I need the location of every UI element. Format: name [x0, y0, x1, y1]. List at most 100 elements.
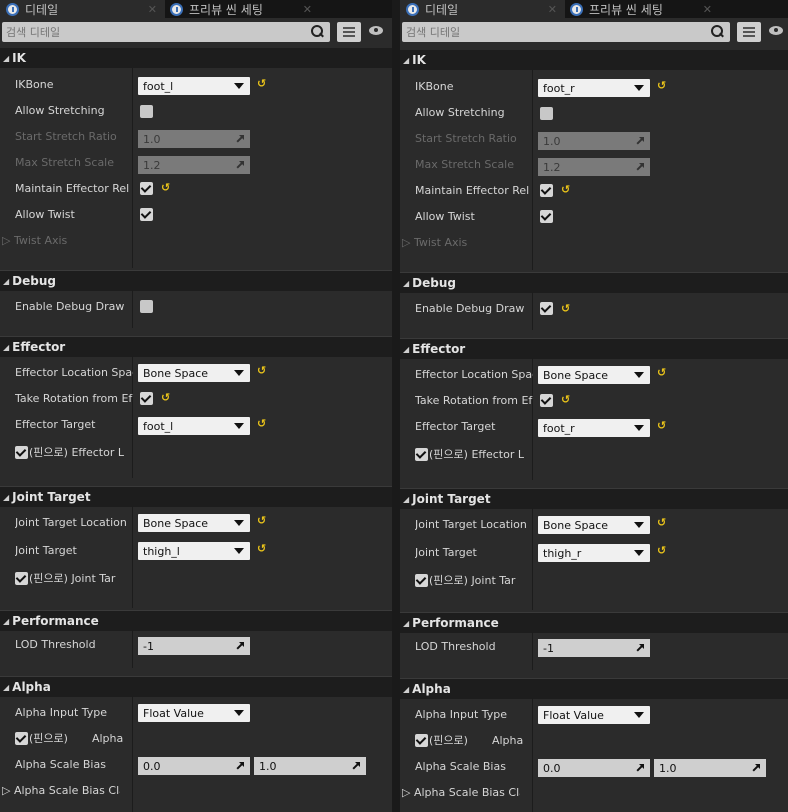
- alpha-bias-min-field[interactable]: 0.0: [538, 759, 650, 777]
- collapse-triangle-icon[interactable]: ◢: [403, 619, 409, 628]
- alpha-bias-max-field[interactable]: 1.0: [654, 759, 766, 777]
- tab-preview-scene[interactable]: 프리뷰 씬 세팅 ✕: [568, 0, 718, 18]
- maintain-effector-checkbox[interactable]: [140, 182, 153, 195]
- tab-preview-scene[interactable]: 프리뷰 씬 세팅 ✕: [168, 0, 318, 18]
- alpha-pin[interactable]: (핀으로) Alpha: [15, 730, 123, 746]
- reset-to-default-icon[interactable]: ↺: [257, 417, 266, 430]
- lod-threshold-field[interactable]: -1: [538, 639, 650, 657]
- eye-icon[interactable]: [369, 26, 383, 35]
- reset-to-default-icon[interactable]: ↺: [657, 79, 666, 92]
- tab-details[interactable]: 디테일 ✕: [400, 0, 565, 18]
- reset-to-default-icon[interactable]: ↺: [561, 393, 570, 406]
- eye-icon[interactable]: [769, 26, 783, 35]
- pin-checkbox[interactable]: [415, 447, 428, 461]
- reset-to-default-icon[interactable]: ↺: [561, 302, 570, 315]
- reset-to-default-icon[interactable]: ↺: [657, 419, 666, 432]
- search-input[interactable]: [402, 22, 710, 42]
- collapse-triangle-icon[interactable]: ◢: [3, 683, 9, 692]
- close-icon[interactable]: ✕: [548, 3, 557, 16]
- alpha-bias-max-field[interactable]: 1.0: [254, 757, 366, 775]
- take-rotation-checkbox[interactable]: [140, 392, 153, 405]
- collapse-triangle-icon[interactable]: ◢: [3, 277, 9, 286]
- category-joint[interactable]: ◢ Joint Target: [0, 486, 392, 507]
- category-alpha[interactable]: ◢ Alpha: [0, 676, 392, 697]
- effector-pin[interactable]: (핀으로) Effector L: [15, 444, 124, 460]
- allow-stretching-checkbox[interactable]: [540, 107, 553, 120]
- pin-checkbox[interactable]: [15, 571, 28, 585]
- effector-location-space-combo[interactable]: Bone Space: [538, 366, 650, 384]
- joint-pin[interactable]: (핀으로) Joint Tar: [15, 570, 115, 586]
- collapse-triangle-icon[interactable]: ◢: [3, 343, 9, 352]
- view-options-button[interactable]: [737, 22, 761, 42]
- view-options-button[interactable]: [337, 22, 361, 42]
- search-icon[interactable]: [310, 25, 324, 39]
- joint-target-combo[interactable]: thigh_r: [538, 544, 650, 562]
- search-icon[interactable]: [710, 25, 724, 39]
- reset-to-default-icon[interactable]: ↺: [657, 544, 666, 557]
- effector-location-space-combo[interactable]: Bone Space: [138, 364, 250, 382]
- collapse-triangle-icon[interactable]: ◢: [403, 56, 409, 65]
- category-effector[interactable]: ◢ Effector: [400, 338, 788, 359]
- collapse-triangle-icon[interactable]: ◢: [3, 54, 9, 63]
- allow-twist-checkbox[interactable]: [140, 208, 153, 221]
- reset-to-default-icon[interactable]: ↺: [657, 516, 666, 529]
- collapse-triangle-icon[interactable]: ◢: [3, 493, 9, 502]
- joint-pin[interactable]: (핀으로) Joint Tar: [415, 572, 515, 588]
- category-perf[interactable]: ◢ Performance: [0, 610, 392, 631]
- allow-twist-checkbox[interactable]: [540, 210, 553, 223]
- take-rotation-checkbox[interactable]: [540, 394, 553, 407]
- close-icon[interactable]: ✕: [703, 3, 712, 16]
- property-row-alpha-clamp[interactable]: ▷ Alpha Scale Bias Clam: [400, 780, 788, 806]
- lod-threshold-field[interactable]: -1: [138, 637, 250, 655]
- reset-to-default-icon[interactable]: ↺: [257, 77, 266, 90]
- property-row-alpha-clamp[interactable]: ▷ Alpha Scale Bias Clam: [0, 778, 392, 804]
- pin-checkbox[interactable]: [415, 733, 428, 747]
- category-ik[interactable]: ◢ IK: [0, 48, 392, 68]
- maintain-effector-checkbox[interactable]: [540, 184, 553, 197]
- reset-to-default-icon[interactable]: ↺: [561, 183, 570, 196]
- search-input[interactable]: [2, 22, 310, 42]
- alpha-pin[interactable]: (핀으로) Alpha: [415, 732, 523, 748]
- close-icon[interactable]: ✕: [303, 3, 312, 16]
- reset-to-default-icon[interactable]: ↺: [161, 391, 170, 404]
- category-perf[interactable]: ◢ Performance: [400, 612, 788, 633]
- close-icon[interactable]: ✕: [148, 3, 157, 16]
- category-ik[interactable]: ◢ IK: [400, 50, 788, 70]
- enable-debug-draw-checkbox[interactable]: [540, 302, 553, 315]
- effector-target-combo[interactable]: foot_l: [138, 417, 250, 435]
- reset-to-default-icon[interactable]: ↺: [257, 542, 266, 555]
- alpha-input-type-combo[interactable]: Float Value: [138, 704, 250, 722]
- expand-arrow-icon[interactable]: ▷: [402, 786, 414, 799]
- category-debug[interactable]: ◢ Debug: [400, 272, 788, 293]
- joint-target-location-combo[interactable]: Bone Space: [138, 514, 250, 532]
- category-joint[interactable]: ◢ Joint Target: [400, 488, 788, 509]
- alpha-input-type-combo[interactable]: Float Value: [538, 706, 650, 724]
- reset-to-default-icon[interactable]: ↺: [257, 514, 266, 527]
- property-row-twist-axis[interactable]: ▷ Twist Axis: [400, 230, 788, 256]
- collapse-triangle-icon[interactable]: ◢: [403, 345, 409, 354]
- effector-target-combo[interactable]: foot_r: [538, 419, 650, 437]
- reset-to-default-icon[interactable]: ↺: [257, 364, 266, 377]
- reset-to-default-icon[interactable]: ↺: [657, 366, 666, 379]
- expand-arrow-icon[interactable]: ▷: [402, 236, 414, 249]
- expand-arrow-icon[interactable]: ▷: [2, 234, 14, 247]
- collapse-triangle-icon[interactable]: ◢: [403, 685, 409, 694]
- collapse-triangle-icon[interactable]: ◢: [403, 495, 409, 504]
- allow-stretching-checkbox[interactable]: [140, 105, 153, 118]
- ikbone-combo[interactable]: foot_l: [138, 77, 250, 95]
- pin-checkbox[interactable]: [415, 573, 428, 587]
- property-row-twist-axis[interactable]: ▷ Twist Axis: [0, 228, 392, 254]
- category-debug[interactable]: ◢ Debug: [0, 270, 392, 291]
- pin-checkbox[interactable]: [15, 731, 28, 745]
- ikbone-combo[interactable]: foot_r: [538, 79, 650, 97]
- joint-target-combo[interactable]: thigh_l: [138, 542, 250, 560]
- tab-details[interactable]: 디테일 ✕: [0, 0, 165, 18]
- effector-pin[interactable]: (핀으로) Effector L: [415, 446, 524, 462]
- alpha-bias-min-field[interactable]: 0.0: [138, 757, 250, 775]
- category-alpha[interactable]: ◢ Alpha: [400, 678, 788, 699]
- joint-target-location-combo[interactable]: Bone Space: [538, 516, 650, 534]
- category-effector[interactable]: ◢ Effector: [0, 336, 392, 357]
- reset-to-default-icon[interactable]: ↺: [161, 181, 170, 194]
- collapse-triangle-icon[interactable]: ◢: [3, 617, 9, 626]
- enable-debug-draw-checkbox[interactable]: [140, 300, 153, 313]
